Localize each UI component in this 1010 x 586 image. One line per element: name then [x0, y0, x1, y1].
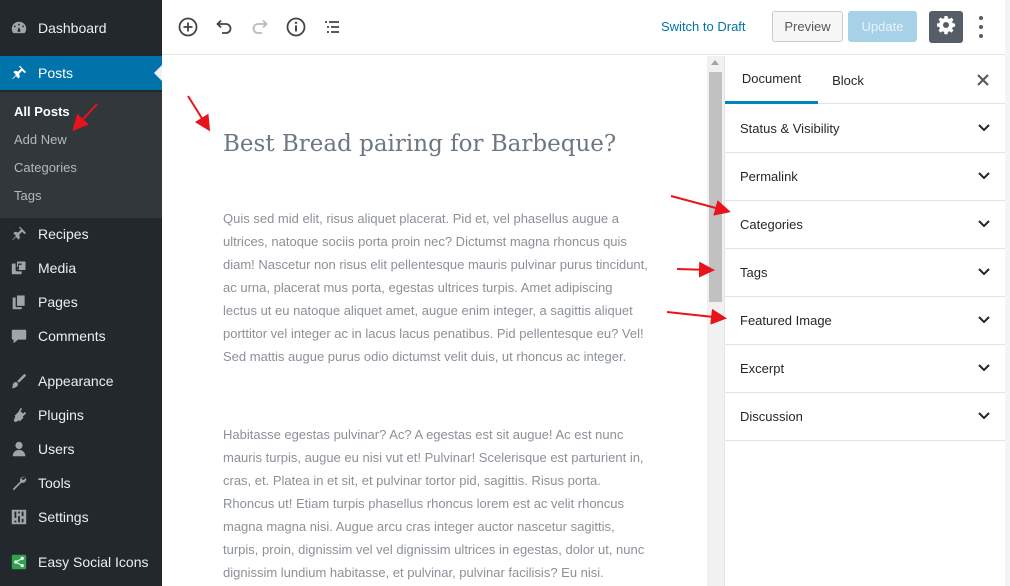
panel-section-discussion[interactable]: Discussion: [725, 393, 1006, 441]
submenu-all-posts[interactable]: All Posts: [14, 104, 70, 119]
menu-label-plugins: Plugins: [38, 407, 84, 423]
menu-item-recipes[interactable]: Recipes: [0, 217, 162, 251]
panel-section-permalink[interactable]: Permalink: [725, 153, 1006, 201]
section-label: Status & Visibility: [740, 121, 840, 136]
paragraph-block[interactable]: Habitasse egestas pulvinar? Ac? A egesta…: [223, 423, 648, 584]
post-title[interactable]: Best Bread pairing for Barbeque?: [223, 131, 616, 157]
menu-item-plugins[interactable]: Plugins: [0, 398, 162, 432]
chevron-down-icon: [977, 121, 991, 136]
section-label: Excerpt: [740, 361, 785, 376]
admin-sidebar: Dashboard Posts All Posts Add New Catego…: [0, 0, 162, 586]
chevron-down-icon: [977, 217, 991, 232]
menu-label-appearance: Appearance: [38, 373, 114, 389]
submenu-tags[interactable]: Tags: [14, 188, 41, 203]
settings-toggle-button[interactable]: [929, 11, 963, 43]
menu-item-posts[interactable]: Posts: [0, 56, 162, 90]
settings-icon: [0, 500, 38, 534]
editor-canvas: Best Bread pairing for Barbeque? Quis se…: [162, 56, 707, 586]
add-block-icon[interactable]: [175, 14, 201, 40]
editor-toolbar: Switch to Draft Preview Update: [162, 0, 1010, 55]
panel-section-status-visibility[interactable]: Status & Visibility: [725, 105, 1006, 153]
chevron-down-icon: [977, 313, 991, 328]
chevron-down-icon: [977, 361, 991, 376]
chevron-down-icon: [977, 409, 991, 424]
plugins-icon: [0, 398, 38, 432]
media-icon: [0, 251, 38, 285]
section-label: Tags: [740, 265, 768, 280]
tab-block[interactable]: Block: [818, 56, 878, 104]
submenu-add-new[interactable]: Add New: [14, 132, 67, 147]
comments-icon: [0, 319, 38, 353]
paragraph-block[interactable]: Quis sed mid elit, risus aliquet placera…: [223, 207, 648, 368]
more-options-icon[interactable]: [975, 13, 987, 41]
update-button[interactable]: Update: [848, 11, 917, 42]
chevron-down-icon: [977, 169, 991, 184]
menu-item-dashboard[interactable]: Dashboard: [0, 11, 162, 45]
scroll-thumb[interactable]: [709, 72, 722, 302]
menu-item-appearance[interactable]: Appearance: [0, 364, 162, 398]
gear-icon: [936, 15, 956, 40]
menu-label-media: Media: [38, 260, 77, 276]
panel-section-tags[interactable]: Tags: [725, 249, 1006, 297]
menu-label-easy-social-icons: Easy Social Icons: [38, 554, 149, 570]
menu-item-media[interactable]: Media: [0, 251, 162, 285]
menu-label-recipes: Recipes: [38, 226, 89, 242]
panel-section-excerpt[interactable]: Excerpt: [725, 345, 1006, 393]
pin-icon: [0, 217, 38, 251]
redo-icon[interactable]: [247, 14, 273, 40]
menu-item-settings[interactable]: Settings: [0, 500, 162, 534]
dashboard-icon: [0, 11, 38, 45]
section-label: Permalink: [740, 169, 798, 184]
section-label: Discussion: [740, 409, 803, 424]
undo-icon[interactable]: [211, 14, 237, 40]
chevron-down-icon: [977, 265, 991, 280]
menu-item-users[interactable]: Users: [0, 432, 162, 466]
menu-item-pages[interactable]: Pages: [0, 285, 162, 319]
close-icon[interactable]: [973, 70, 993, 90]
tools-icon: [0, 466, 38, 500]
menu-label-posts: Posts: [38, 65, 74, 81]
share-icon: [0, 545, 38, 579]
settings-tabs: Document Block: [725, 56, 1006, 104]
panel-section-featured-image[interactable]: Featured Image: [725, 297, 1006, 345]
submenu-categories[interactable]: Categories: [14, 160, 77, 175]
menu-item-tools[interactable]: Tools: [0, 466, 162, 500]
tab-document[interactable]: Document: [725, 56, 818, 104]
menu-label-pages: Pages: [38, 294, 78, 310]
switch-to-draft-link[interactable]: Switch to Draft: [661, 19, 746, 34]
pin-icon: [0, 56, 38, 90]
preview-button[interactable]: Preview: [772, 11, 843, 42]
menu-label-tools: Tools: [38, 475, 71, 491]
users-icon: [0, 432, 38, 466]
settings-sidebar: Document Block Status & Visibility Perma…: [724, 56, 1006, 586]
menu-item-comments[interactable]: Comments: [0, 319, 162, 353]
pages-icon: [0, 285, 38, 319]
panel-section-categories[interactable]: Categories: [725, 201, 1006, 249]
menu-label-comments: Comments: [38, 328, 106, 344]
section-label: Featured Image: [740, 313, 832, 328]
menu-label-dashboard: Dashboard: [38, 20, 107, 36]
outline-icon[interactable]: [319, 14, 345, 40]
info-icon[interactable]: [283, 14, 309, 40]
menu-label-settings: Settings: [38, 509, 89, 525]
menu-item-easy-social-icons[interactable]: Easy Social Icons: [0, 545, 162, 579]
editor-scrollbar[interactable]: [707, 56, 724, 586]
posts-submenu: All Posts Add New Categories Tags: [0, 92, 162, 218]
scroll-up-arrow[interactable]: [711, 60, 719, 65]
menu-label-users: Users: [38, 441, 75, 457]
appearance-icon: [0, 364, 38, 398]
section-label: Categories: [740, 217, 803, 232]
window-edge: [1005, 0, 1010, 586]
